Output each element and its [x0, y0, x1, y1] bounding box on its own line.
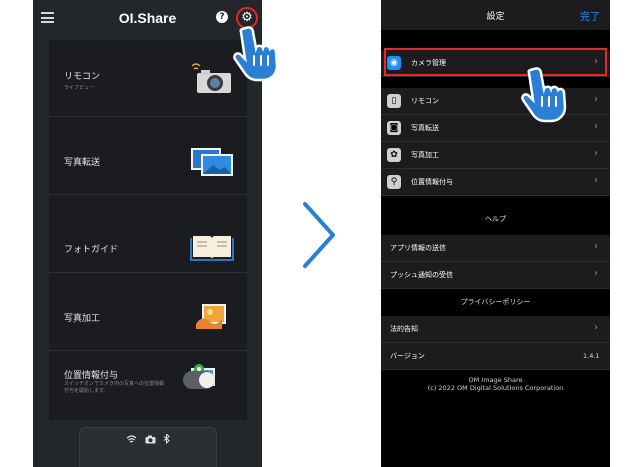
pointing-hand-icon [233, 26, 279, 82]
footer-copyright: (c) 2022 OM Digital Solutions Corporatio… [427, 384, 564, 392]
version-value: 1.4.1 [583, 352, 600, 360]
photo-transfer-icon: ◙ [387, 121, 401, 135]
version-label: バージョン [390, 352, 425, 360]
menu-item-label: 写真転送 [64, 158, 101, 168]
photo-edit-icon [196, 304, 226, 329]
settings-item-label: アプリ情報の送信 [390, 244, 446, 252]
photo-edit-icon: ✿ [387, 148, 401, 162]
chevron-right-icon: › [594, 241, 598, 252]
camera-remote-icon [191, 63, 231, 93]
pointing-hand-icon [521, 67, 567, 123]
camera-icon [145, 435, 163, 447]
settings-item-label: 写真加工 [411, 151, 439, 159]
chevron-right-icon: › [594, 148, 598, 159]
photo-transfer-icon [191, 148, 233, 176]
left-phone-screen: OI.Share ? ⚙ リモコン ライブビュー 写真転送 フォトガイド 写真加… [33, 0, 262, 467]
done-button[interactable]: 完了 [580, 8, 600, 23]
menu-item-photo-transfer[interactable]: 写真転送 [49, 118, 247, 195]
menu-item-photo-guide[interactable]: フォトガイド [49, 196, 247, 273]
settings-item-label: リモコン [411, 97, 439, 105]
settings-item-push-notifications[interactable]: プッシュ通知の受信 › [381, 262, 610, 289]
chevron-right-icon [303, 202, 335, 268]
menu-item-sublabel: ライブビュー [64, 85, 95, 91]
photo-guide-book-icon [190, 236, 234, 261]
chevron-right-icon: › [594, 94, 598, 105]
settings-item-label: プッシュ通知の受信 [390, 271, 453, 279]
settings-title: 設定 [486, 12, 505, 22]
connection-status-tab[interactable] [79, 427, 217, 467]
chevron-right-icon: › [594, 175, 598, 186]
menu-item-photo-edit[interactable]: 写真加工 [49, 274, 247, 351]
wifi-icon [126, 435, 144, 447]
location-icon: ⚲ [387, 175, 401, 189]
bluetooth-icon [163, 432, 170, 447]
menu-item-label: 位置情報付与 [64, 371, 119, 381]
settings-item-label: 位置情報付与 [411, 178, 453, 186]
privacy-section-header: プライバシーポリシー [460, 298, 531, 306]
chevron-right-icon: › [594, 121, 598, 132]
footer-app-name: OM Image Share [468, 376, 523, 384]
menu-item-label: フォトガイド [64, 245, 119, 255]
settings-item-legal[interactable]: 法的告知 › [381, 316, 610, 343]
menu-item-sublabel: スイッチオンでカメラ内の写真への位置情報付与を開始します。 [64, 381, 165, 394]
menu-item-label: 写真加工 [64, 314, 101, 324]
settings-header: 設定 完了 [381, 0, 610, 30]
help-icon[interactable]: ? [216, 11, 228, 23]
settings-item-send-app-info[interactable]: アプリ情報の送信 › [381, 235, 610, 262]
settings-item-label: 法的告知 [390, 325, 418, 333]
toggle-knob [199, 372, 215, 388]
help-section-header: ヘルプ [485, 215, 506, 223]
chevron-right-icon: › [594, 268, 598, 279]
settings-item-label: 写真転送 [411, 124, 439, 132]
main-menu: リモコン ライブビュー 写真転送 フォトガイド 写真加工 位置情報付与 スイッチ… [49, 40, 247, 420]
settings-item-version: バージョン 1.4.1 [381, 343, 610, 370]
menu-item-location[interactable]: 位置情報付与 スイッチオンでカメラ内の写真への位置情報付与を開始します。 [49, 352, 247, 428]
top-bar: OI.Share ? ⚙ [33, 0, 262, 36]
menu-item-label: リモコン [64, 72, 101, 82]
menu-item-remote[interactable]: リモコン ライブビュー [49, 40, 247, 117]
remote-icon: ▯ [387, 94, 401, 108]
chevron-right-icon: › [594, 322, 598, 333]
settings-item-location[interactable]: ⚲ 位置情報付与 › [381, 169, 610, 196]
location-toggle[interactable] [183, 371, 215, 389]
settings-item-photo-edit[interactable]: ✿ 写真加工 › [381, 142, 610, 169]
